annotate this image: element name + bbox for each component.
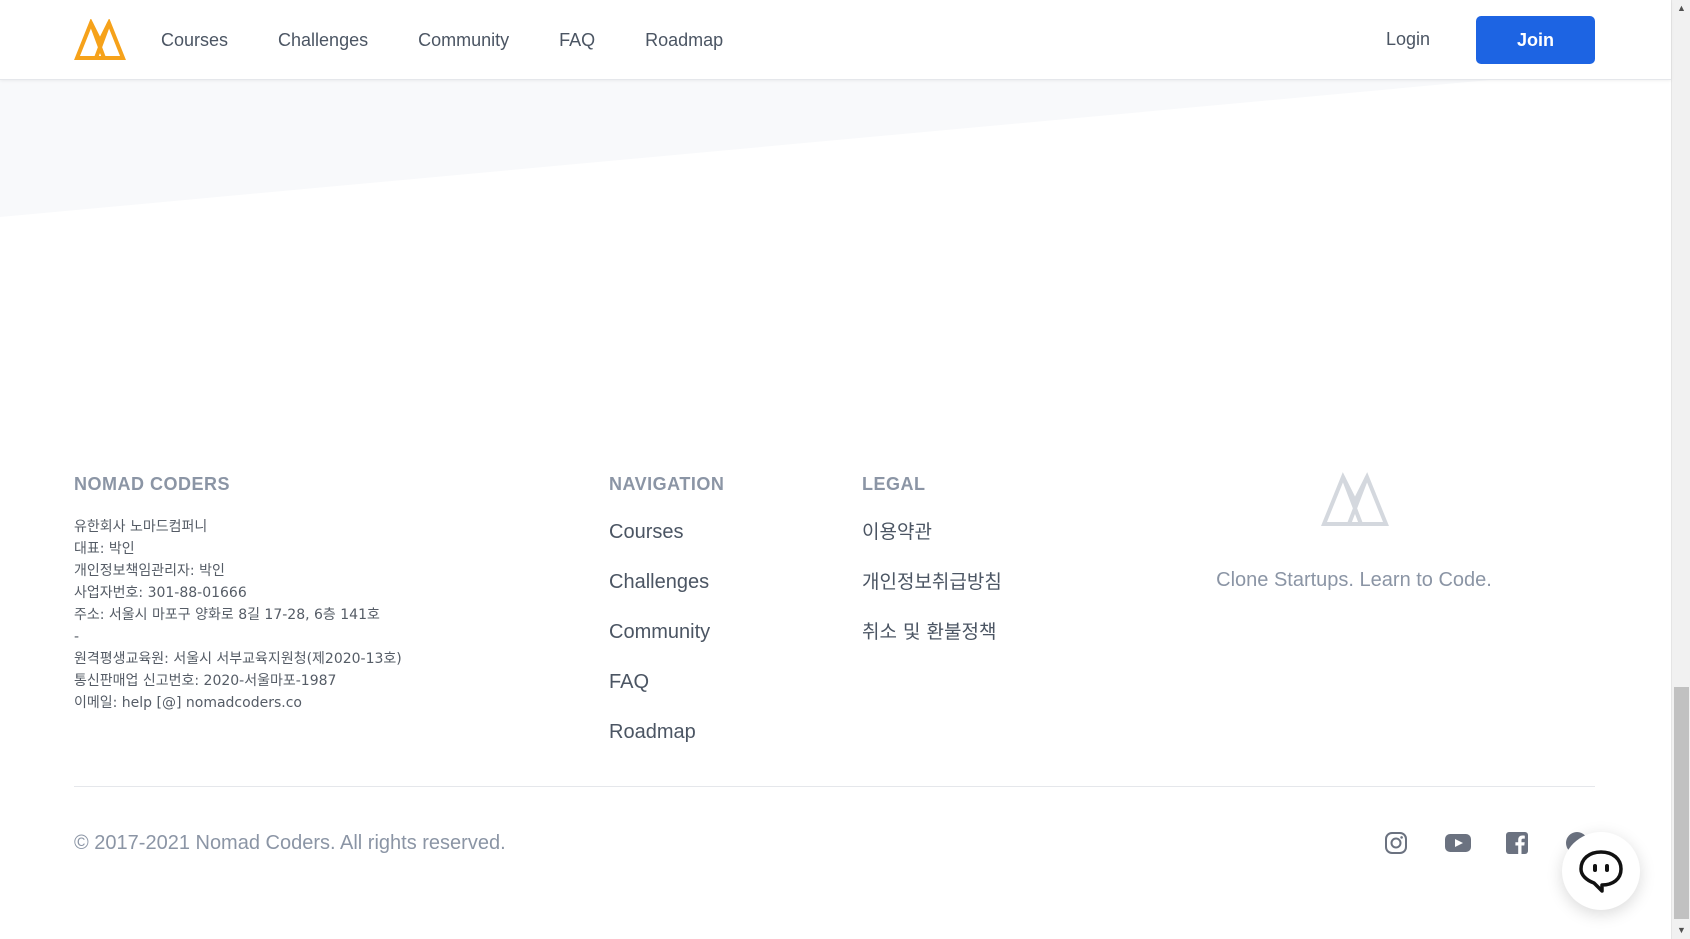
chat-icon [1579,850,1623,893]
company-info: 유한회사 노마드컴퍼니 대표: 박인 개인정보책임관리자: 박인 사업자번호: … [74,516,402,714]
footer-logo [1321,472,1389,526]
footer-nav-community[interactable]: Community [609,619,710,669]
company-line: 통신판매업 신고번호: 2020-서울마포-1987 [74,673,337,689]
scroll-up-arrow-icon[interactable]: ▲ [1672,0,1690,17]
site-header: Courses Challenges Community FAQ Roadmap… [0,0,1671,80]
nav-courses[interactable]: Courses [161,30,228,51]
nav-challenges[interactable]: Challenges [278,30,368,51]
company-line: 사업자번호: 301-88-01666 [74,585,247,601]
main-nav: Courses Challenges Community FAQ Roadmap [161,0,773,80]
legal-title: LEGAL [862,474,926,494]
nav-community[interactable]: Community [418,30,509,51]
company-line: - [74,629,80,645]
section-slope-decoration [0,80,1490,217]
nav-roadmap[interactable]: Roadmap [645,30,723,51]
nomad-coders-logo[interactable] [74,19,126,60]
footer-nav-faq[interactable]: FAQ [609,669,710,719]
scroll-thumb[interactable] [1674,687,1689,919]
copyright: © 2017-2021 Nomad Coders. All rights res… [74,832,506,854]
join-button[interactable]: Join [1476,16,1595,64]
footer-nav-courses[interactable]: Courses [609,519,710,569]
youtube-icon[interactable] [1444,831,1472,855]
facebook-icon[interactable] [1505,831,1529,855]
company-title: NOMAD CODERS [74,474,231,494]
company-line: 대표: 박인 [74,541,135,557]
vertical-scrollbar[interactable]: ▲ ▼ [1671,0,1690,939]
footer-navigation-list: Courses Challenges Community FAQ Roadmap [609,519,710,769]
footer-legal-list: 이용약관 개인정보취급방침 취소 및 환불정책 [862,519,1002,669]
scroll-down-arrow-icon[interactable]: ▼ [1672,922,1690,939]
company-line: 주소: 서울시 마포구 양화로 8길 17-28, 6층 141호 [74,607,380,623]
company-line: 원격평생교육원: 서울시 서부교육지원청(제2020-13호) [74,651,402,667]
tagline: Clone Startups. Learn to Code. [1216,569,1492,591]
company-line: 유한회사 노마드컴퍼니 [74,519,208,535]
footer-nav-roadmap[interactable]: Roadmap [609,719,710,769]
navigation-title: NAVIGATION [609,474,725,494]
chat-widget-button[interactable] [1562,832,1640,910]
company-line: 개인정보책임관리자: 박인 [74,563,225,579]
footer-nav-challenges[interactable]: Challenges [609,569,710,619]
legal-terms-link[interactable]: 이용약관 [862,519,1002,569]
company-line: 이메일: help [@] nomadcoders.co [74,695,302,711]
legal-refund-link[interactable]: 취소 및 환불정책 [862,619,1002,669]
nav-faq[interactable]: FAQ [559,30,595,51]
login-link[interactable]: Login [1386,29,1430,50]
legal-privacy-link[interactable]: 개인정보취급방침 [862,569,1002,619]
footer-divider [74,786,1595,787]
instagram-icon[interactable] [1384,831,1408,855]
